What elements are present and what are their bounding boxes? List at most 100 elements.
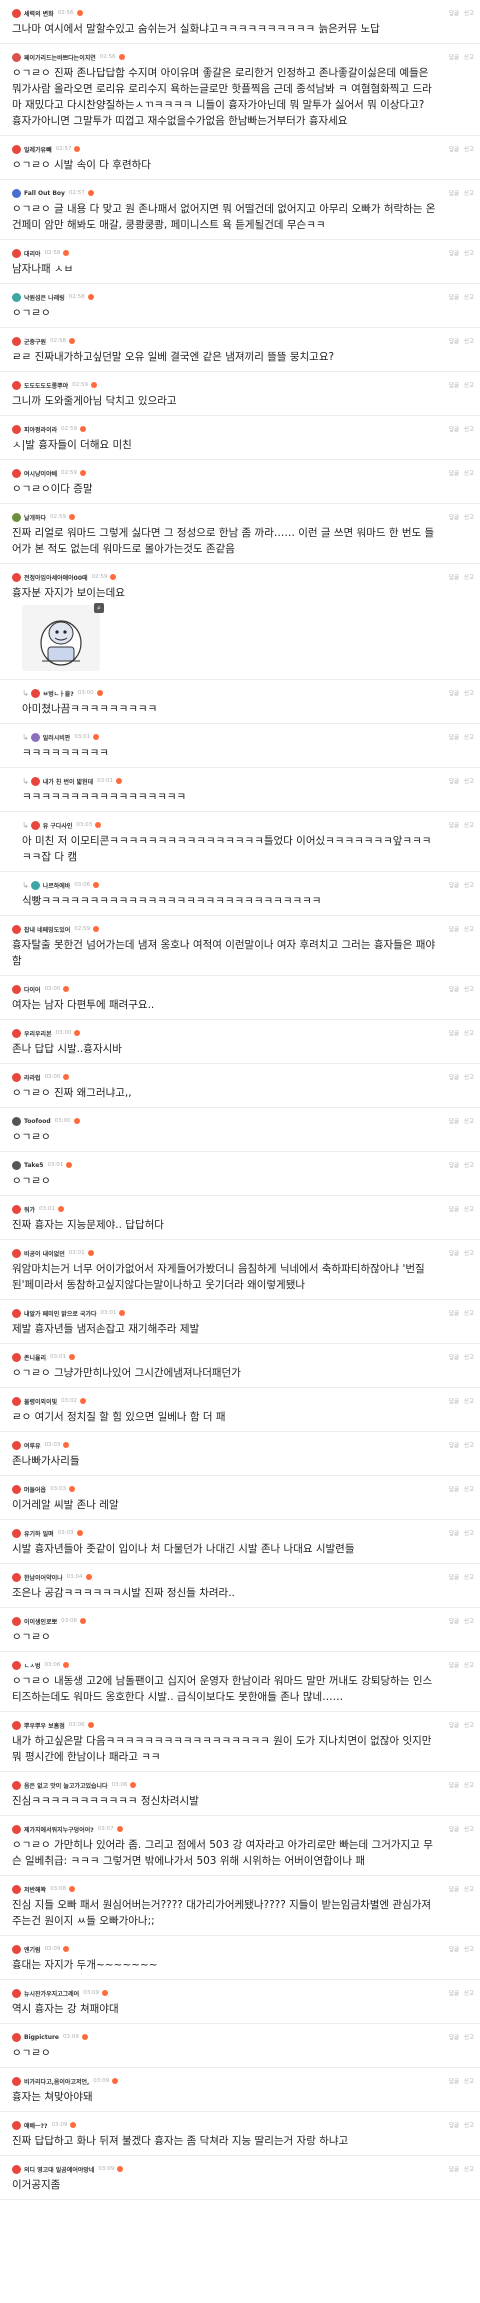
- avatar[interactable]: [12, 572, 21, 582]
- comment-author[interactable]: 내알가 페미인 밝으로 국가다: [24, 1309, 97, 1318]
- avatar[interactable]: [12, 512, 21, 522]
- reply-button[interactable]: 답글: [449, 147, 459, 153]
- reply-button[interactable]: 답글: [449, 1251, 459, 1257]
- report-button[interactable]: 신고: [464, 251, 474, 257]
- report-button[interactable]: 신고: [464, 2035, 474, 2041]
- avatar[interactable]: [12, 468, 21, 478]
- comment-author[interactable]: 음은 없고 맛이 늘고가고있습니다: [24, 1781, 108, 1790]
- avatar[interactable]: [12, 2120, 21, 2130]
- reply-button[interactable]: 답글: [449, 1783, 459, 1789]
- report-button[interactable]: 신고: [464, 2079, 474, 2085]
- comment-author[interactable]: 군중구원: [24, 337, 46, 346]
- report-button[interactable]: 신고: [464, 1355, 474, 1361]
- reply-button[interactable]: 답글: [449, 779, 459, 785]
- reply-button[interactable]: 답글: [449, 55, 459, 61]
- reply-button[interactable]: 답글: [449, 11, 459, 17]
- avatar[interactable]: [12, 2164, 21, 2174]
- report-button[interactable]: 신고: [464, 779, 474, 785]
- avatar[interactable]: [12, 1308, 21, 1318]
- report-button[interactable]: 신고: [464, 1443, 474, 1449]
- reply-button[interactable]: 답글: [449, 2079, 459, 2085]
- reply-button[interactable]: 답글: [449, 2167, 459, 2173]
- report-button[interactable]: 신고: [464, 147, 474, 153]
- avatar[interactable]: [12, 1944, 21, 1954]
- report-button[interactable]: 신고: [464, 1991, 474, 1997]
- avatar[interactable]: [12, 1204, 21, 1214]
- reply-button[interactable]: 답글: [449, 691, 459, 697]
- report-button[interactable]: 신고: [464, 1487, 474, 1493]
- report-button[interactable]: 신고: [464, 1075, 474, 1081]
- comment-author[interactable]: 전정아임아세아애아00때: [24, 573, 88, 582]
- report-button[interactable]: 신고: [464, 1119, 474, 1125]
- report-button[interactable]: 신고: [464, 295, 474, 301]
- report-button[interactable]: 신고: [464, 339, 474, 345]
- reply-button[interactable]: 답글: [449, 1531, 459, 1537]
- report-button[interactable]: 신고: [464, 2123, 474, 2129]
- avatar[interactable]: [12, 144, 21, 154]
- comment-author[interactable]: ㄴㅅ벙: [24, 1661, 41, 1670]
- comment-author[interactable]: 나르하에바: [43, 881, 71, 890]
- avatar[interactable]: [12, 424, 21, 434]
- comment-author[interactable]: Bigpicture: [24, 2034, 59, 2041]
- reply-button[interactable]: 답글: [449, 471, 459, 477]
- avatar[interactable]: [12, 52, 21, 62]
- reply-button[interactable]: 답글: [449, 2123, 459, 2129]
- comment-author[interactable]: 다이어: [24, 985, 41, 994]
- reply-button[interactable]: 답글: [449, 1887, 459, 1893]
- reply-button[interactable]: 답글: [449, 251, 459, 257]
- report-button[interactable]: 신고: [464, 927, 474, 933]
- avatar[interactable]: [30, 820, 40, 830]
- comment-author[interactable]: 잡내 네페밍도있어: [24, 925, 70, 934]
- comment-author[interactable]: Toofood: [24, 1118, 51, 1125]
- comment-author[interactable]: 도도도도도롱뿌야: [24, 381, 68, 390]
- report-button[interactable]: 신고: [464, 1163, 474, 1169]
- reply-button[interactable]: 답글: [449, 1311, 459, 1317]
- reply-button[interactable]: 답글: [449, 1399, 459, 1405]
- avatar[interactable]: [12, 1072, 21, 1082]
- report-button[interactable]: 신고: [464, 471, 474, 477]
- report-button[interactable]: 신고: [464, 735, 474, 741]
- avatar[interactable]: [12, 1248, 21, 1258]
- avatar[interactable]: [12, 1160, 21, 1170]
- report-button[interactable]: 신고: [464, 1619, 474, 1625]
- comment-author[interactable]: 페이가리드는바쁘다는이지연: [24, 53, 96, 62]
- comment-author[interactable]: 존니율리: [24, 1353, 46, 1362]
- report-button[interactable]: 신고: [464, 1663, 474, 1669]
- report-button[interactable]: 신고: [464, 427, 474, 433]
- report-button[interactable]: 신고: [464, 1723, 474, 1729]
- avatar[interactable]: [12, 1988, 21, 1998]
- comment-author[interactable]: 일레가유빼: [24, 145, 52, 154]
- report-button[interactable]: 신고: [464, 823, 474, 829]
- comment-author[interactable]: 내가 친 번이 밟헌데: [43, 777, 93, 786]
- reply-button[interactable]: 답글: [449, 1723, 459, 1729]
- avatar[interactable]: [12, 2076, 21, 2086]
- comment-author[interactable]: 라라럽: [24, 1073, 41, 1082]
- reply-button[interactable]: 답글: [449, 823, 459, 829]
- avatar[interactable]: [12, 1396, 21, 1406]
- comment-author[interactable]: 날개하다: [24, 513, 46, 522]
- comment-author[interactable]: 여루유: [24, 1441, 41, 1450]
- comment-author[interactable]: 우리우리본: [24, 1029, 52, 1038]
- avatar[interactable]: [12, 1440, 21, 1450]
- report-button[interactable]: 신고: [464, 691, 474, 697]
- comment-author[interactable]: 여시냥이야베: [24, 469, 57, 478]
- reply-button[interactable]: 답글: [449, 191, 459, 197]
- report-button[interactable]: 신고: [464, 1531, 474, 1537]
- comment-author[interactable]: 비가리다고,음이아고저언,: [24, 2077, 89, 2086]
- avatar[interactable]: [12, 1484, 21, 1494]
- reply-button[interactable]: 답글: [449, 1947, 459, 1953]
- reply-button[interactable]: 답글: [449, 1207, 459, 1213]
- avatar[interactable]: [12, 248, 21, 258]
- reply-button[interactable]: 답글: [449, 1991, 459, 1997]
- reply-button[interactable]: 답글: [449, 1163, 459, 1169]
- comment-author[interactable]: 물령이외이빛: [24, 1397, 57, 1406]
- report-button[interactable]: 신고: [464, 883, 474, 889]
- reply-button[interactable]: 답글: [449, 735, 459, 741]
- comment-author[interactable]: 유 구다사인: [43, 821, 73, 830]
- reply-button[interactable]: 답글: [449, 1575, 459, 1581]
- comment-author[interactable]: 애배ㅡ??: [24, 2121, 48, 2130]
- comment-author[interactable]: 뉴시잔가우지고그레어: [24, 1989, 79, 1998]
- avatar[interactable]: [12, 2032, 21, 2042]
- avatar[interactable]: [12, 1824, 21, 1834]
- avatar[interactable]: [12, 1528, 21, 1538]
